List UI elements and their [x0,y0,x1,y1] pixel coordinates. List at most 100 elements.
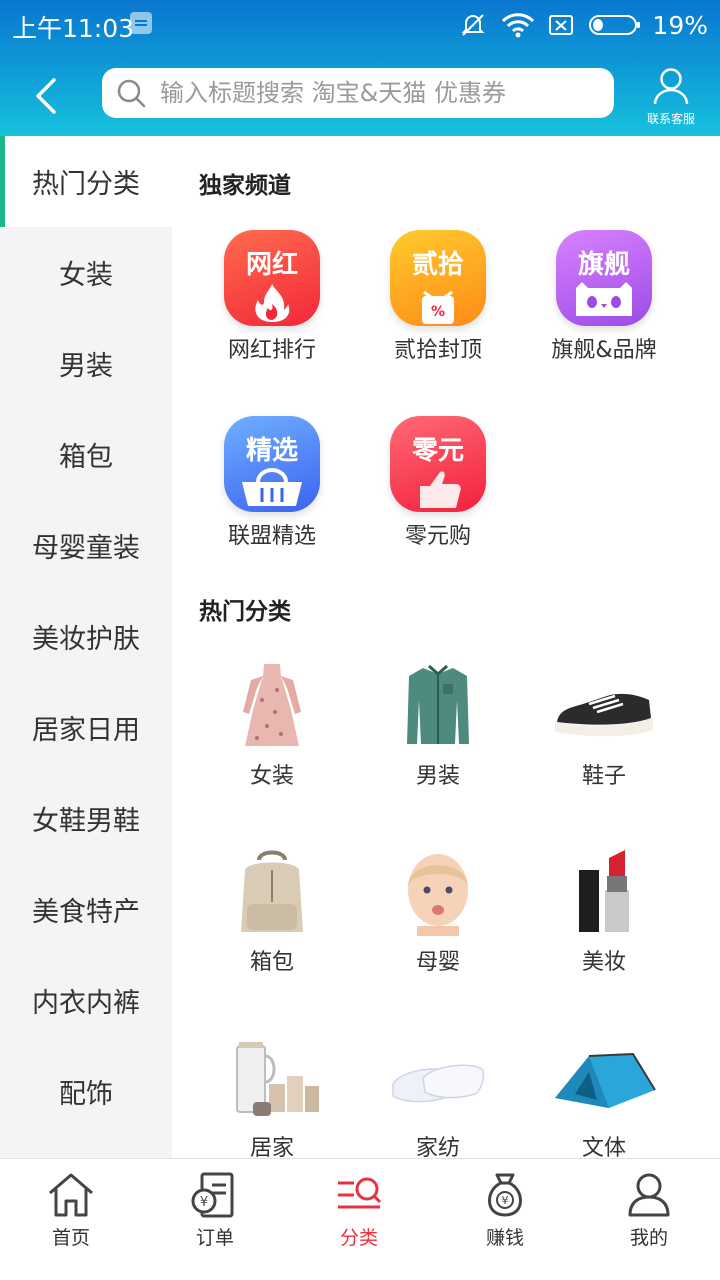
channel-label: 联盟精选 [227,524,316,549]
search-icon [117,79,146,108]
no-sim-icon [549,15,574,35]
sneaker-image [549,660,659,750]
lipstick-image [549,846,659,936]
nav-home[interactable]: 首页 [16,1171,126,1271]
svg-text:¥: ¥ [200,1195,208,1210]
sidebar-item-baby-kids[interactable]: 母婴童装 [0,500,172,591]
channel-influencer[interactable]: 网红 网红排行 [192,230,352,364]
sidebar-item-home[interactable]: 居家日用 [0,682,172,773]
channel-label: 旗舰&品牌 [551,338,657,363]
notification-app-icon [130,12,152,34]
flame-icon: 网红 [224,230,320,326]
section-title-hot: 热门分类 [199,599,291,625]
thumbs-up-icon: 零元 [390,416,486,512]
category-label: 居家 [249,1136,294,1158]
category-label: 鞋子 [581,764,626,789]
channel-label: 网红排行 [227,338,316,363]
nav-label: 赚钱 [485,1227,524,1249]
sidebar-item-hot[interactable]: 热门分类 [0,136,172,227]
customer-service-icon [653,68,689,105]
sidebar-item-bags[interactable]: 箱包 [0,409,172,500]
battery-icon [589,15,641,35]
nav-category[interactable]: 分类 [304,1171,414,1271]
category-bedding[interactable]: 家纺 [358,1032,518,1158]
nav-earn[interactable]: ¥ 赚钱 [450,1171,560,1271]
nav-label: 首页 [51,1227,90,1249]
baby-image [383,846,493,936]
section-title-exclusive: 独家频道 [199,173,291,199]
category-home[interactable]: 居家 [192,1032,352,1158]
back-button[interactable] [30,76,64,116]
nav-orders[interactable]: ¥ 订单 [160,1171,270,1271]
category-shoes[interactable]: 鞋子 [524,660,684,790]
pillows-image [383,1032,493,1122]
customer-service-button[interactable]: 联系客服 [640,66,702,126]
sidebar-item-beauty[interactable]: 美妆护肤 [0,591,172,682]
nav-profile[interactable]: 我的 [594,1171,704,1271]
category-beauty[interactable]: 美妆 [524,846,684,976]
category-baby[interactable]: 母婴 [358,846,518,976]
category-search-icon [338,1177,382,1209]
sidebar-item-underwear[interactable]: 内衣内裤 [0,955,172,1046]
channel-alliance-picks[interactable]: 精选 联盟精选 [192,416,352,550]
order-icon: ¥ [191,1172,234,1218]
discount-tag-graphic: % [422,290,454,324]
search-input[interactable] [160,73,614,113]
sidebar-item-label: 女装 [59,260,113,291]
cat-face-graphic [576,282,632,316]
category-men[interactable]: 男装 [358,660,518,790]
status-bar: 上午11:03 19% [0,0,720,50]
sidebar-item-food[interactable]: 美食特产 [0,864,172,955]
sidebar-item-label: 配饰 [59,1079,113,1110]
basket-icon: 精选 [224,416,320,512]
channel-twenty-cap[interactable]: 贰拾 % 贰拾封顶 [358,230,518,364]
sidebar-item-label: 热门分类 [32,169,140,200]
category-bags[interactable]: 箱包 [192,846,352,976]
sidebar-item-label: 母婴童装 [32,533,140,564]
sidebar-item-men[interactable]: 男装 [0,318,172,409]
category-sports[interactable]: 文体 [524,1032,684,1158]
status-time: 上午11:03 [12,14,135,43]
status-icons: 19% [460,9,708,41]
battery-percentage: 19% [652,10,708,40]
wifi-icon [502,13,535,38]
tmall-cat-icon: 旗舰 [556,230,652,326]
svg-text:%: % [431,304,445,320]
mute-bell-icon [462,14,485,36]
sidebar-item-shoes[interactable]: 女鞋男鞋 [0,773,172,864]
sidebar-item-women[interactable]: 女装 [0,227,172,318]
bottom-nav: 首页 ¥ 订单 分类 ¥ 赚钱 我的 [0,1158,720,1280]
sidebar-item-label: 美食特产 [32,897,140,928]
top-header: 上午11:03 19% 输入标题搜索 淘宝&天猫 优惠券 联系客服 [0,0,720,136]
category-label: 箱包 [249,950,294,975]
customer-service-label: 联系客服 [646,112,695,126]
category-label: 美妆 [581,950,626,975]
flame-graphic [255,284,290,322]
category-women[interactable]: 女装 [192,660,352,790]
home-icon [49,1173,93,1217]
nav-label: 分类 [339,1227,378,1249]
sidebar-item-accessories[interactable]: 配饰 [0,1046,172,1137]
channel-label: 零元购 [404,524,471,549]
discount-icon: 贰拾 % [390,230,486,326]
category-label: 文体 [581,1136,626,1158]
sidebar-item-label: 男装 [59,351,113,382]
category-label: 母婴 [415,950,460,975]
category-sidebar: 热门分类 女装 男装 箱包 母婴童装 美妆护肤 居家日用 女鞋男鞋 美食特产 内… [0,136,172,1158]
money-bag-icon: ¥ [488,1173,522,1217]
sidebar-item-label: 箱包 [59,442,113,473]
thumbs-up-graphic [420,471,461,508]
category-label: 家纺 [415,1136,460,1158]
tent-image [549,1032,659,1122]
category-content: 独家频道 网红 网红排行 贰拾 % 贰拾封顶 旗舰 旗舰&品牌 精选 联盟精选 … [172,136,720,1158]
channel-zero-buy[interactable]: 零元 零元购 [358,416,518,550]
sidebar-item-label: 内衣内裤 [32,988,140,1019]
svg-text:¥: ¥ [502,1194,509,1207]
channel-flagship[interactable]: 旗舰 旗舰&品牌 [524,230,684,364]
category-label: 女装 [249,764,294,789]
channel-label: 贰拾封顶 [393,338,482,363]
dress-image [217,660,327,750]
profile-icon [628,1173,670,1217]
basket-graphic [242,468,302,506]
search-bar[interactable] [102,68,614,118]
